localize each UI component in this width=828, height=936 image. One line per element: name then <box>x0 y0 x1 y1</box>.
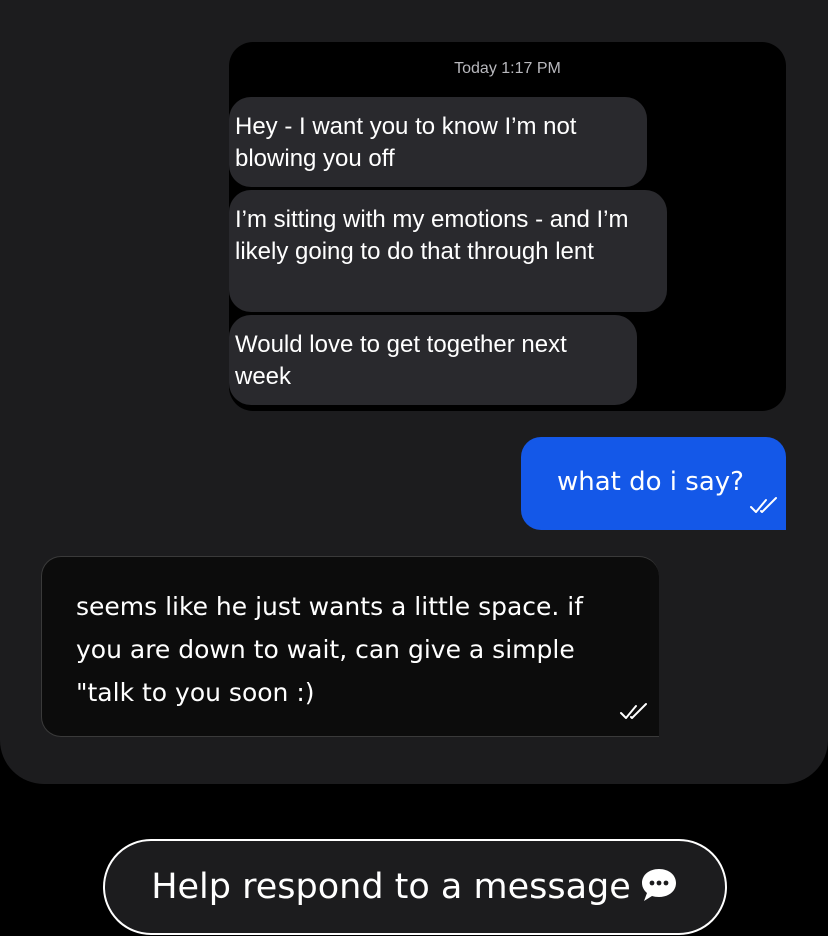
user-message-text: what do i say? <box>557 467 744 497</box>
assistant-message-bubble: seems like he just wants a little space.… <box>41 556 659 737</box>
user-message-bubble: what do i say? <box>521 437 786 530</box>
chat-panel: Today 1:17 PM Hey - I want you to know I… <box>0 0 828 784</box>
help-respond-label: Help respond to a message <box>151 867 631 907</box>
received-message: Would love to get together next week <box>229 315 637 405</box>
speech-bubble-icon <box>639 866 679 908</box>
assistant-message-text: seems like he just wants a little space.… <box>76 592 584 707</box>
help-respond-button[interactable]: Help respond to a message <box>103 839 727 935</box>
conversation-screenshot: Today 1:17 PM Hey - I want you to know I… <box>229 42 786 411</box>
double-check-icon <box>749 496 779 520</box>
double-check-icon <box>619 702 649 726</box>
message-timestamp: Today 1:17 PM <box>454 60 561 77</box>
received-message: I’m sitting with my emotions - and I’m l… <box>229 190 667 312</box>
received-message: Hey - I want you to know I’m not blowing… <box>229 97 647 187</box>
